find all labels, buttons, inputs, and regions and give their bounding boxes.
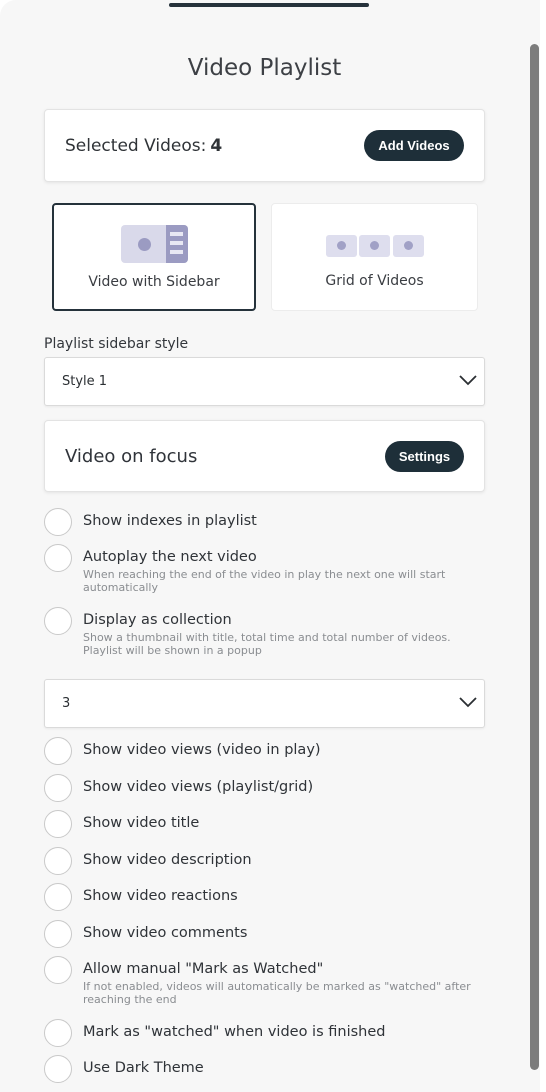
option-label: Autoplay the next video bbox=[83, 549, 257, 565]
layout-option-label: Video with Sidebar bbox=[88, 274, 220, 290]
drag-handle[interactable] bbox=[169, 3, 369, 7]
option-label: Show video comments bbox=[83, 925, 248, 941]
radio-button[interactable] bbox=[44, 1019, 72, 1047]
option-label: Show indexes in playlist bbox=[83, 513, 257, 529]
video-with-sidebar-icon bbox=[121, 225, 188, 263]
option-label: Use Dark Theme bbox=[83, 1060, 204, 1076]
video-on-focus-card: Video on focus Settings bbox=[44, 420, 485, 492]
option-label: Display as collection bbox=[83, 612, 232, 628]
grid-of-videos-icon bbox=[326, 235, 424, 257]
add-videos-button[interactable]: Add Videos bbox=[364, 130, 464, 161]
radio-button[interactable] bbox=[44, 737, 72, 765]
radio-button[interactable] bbox=[44, 810, 72, 838]
radio-button[interactable] bbox=[44, 920, 72, 948]
radio-button[interactable] bbox=[44, 1055, 72, 1083]
scrollbar[interactable] bbox=[529, 0, 540, 1092]
chevron-down-icon bbox=[459, 697, 477, 708]
radio-button[interactable] bbox=[44, 544, 72, 572]
radio-button[interactable] bbox=[44, 956, 72, 984]
option-description: If not enabled, videos will automaticall… bbox=[83, 980, 471, 1006]
option-label: Show video description bbox=[83, 852, 252, 868]
option-label: Show video views (video in play) bbox=[83, 742, 321, 758]
radio-button[interactable] bbox=[44, 508, 72, 536]
option-label: Show video views (playlist/grid) bbox=[83, 779, 314, 795]
sidebar-style-label: Playlist sidebar style bbox=[44, 336, 189, 352]
layout-option-video-with-sidebar[interactable]: Video with Sidebar bbox=[52, 203, 256, 311]
option-description: When reaching the end of the video in pl… bbox=[83, 568, 446, 594]
count-select-value: 3 bbox=[62, 696, 71, 711]
scrollbar-thumb[interactable] bbox=[530, 44, 539, 1070]
selected-videos-label: Selected Videos: 4 bbox=[65, 136, 222, 156]
radio-button[interactable] bbox=[44, 774, 72, 802]
page-title: Video Playlist bbox=[187, 55, 342, 81]
selected-videos-count: 4 bbox=[210, 136, 223, 156]
option-label: Allow manual "Mark as Watched" bbox=[83, 961, 324, 977]
option-label: Mark as "watched" when video is finished bbox=[83, 1024, 386, 1040]
video-on-focus-label: Video on focus bbox=[65, 446, 198, 467]
layout-option-label: Grid of Videos bbox=[325, 273, 424, 289]
radio-button[interactable] bbox=[44, 847, 72, 875]
option-description: Show a thumbnail with title, total time … bbox=[83, 631, 451, 657]
radio-button[interactable] bbox=[44, 883, 72, 911]
selected-videos-text: Selected Videos: bbox=[65, 136, 207, 156]
selected-videos-card: Selected Videos: 4 Add Videos bbox=[44, 109, 485, 182]
playlist-settings-panel: Video Playlist Selected Videos: 4 Add Vid… bbox=[0, 0, 540, 1092]
layout-option-grid-of-videos[interactable]: Grid of Videos bbox=[271, 203, 478, 311]
option-label: Show video reactions bbox=[83, 888, 238, 904]
sidebar-style-value: Style 1 bbox=[62, 374, 108, 389]
radio-button[interactable] bbox=[44, 607, 72, 635]
chevron-down-icon bbox=[459, 375, 477, 386]
count-select[interactable]: 3 bbox=[44, 679, 485, 728]
sidebar-style-select[interactable]: Style 1 bbox=[44, 357, 485, 406]
option-label: Show video title bbox=[83, 815, 200, 831]
settings-button[interactable]: Settings bbox=[385, 441, 464, 472]
